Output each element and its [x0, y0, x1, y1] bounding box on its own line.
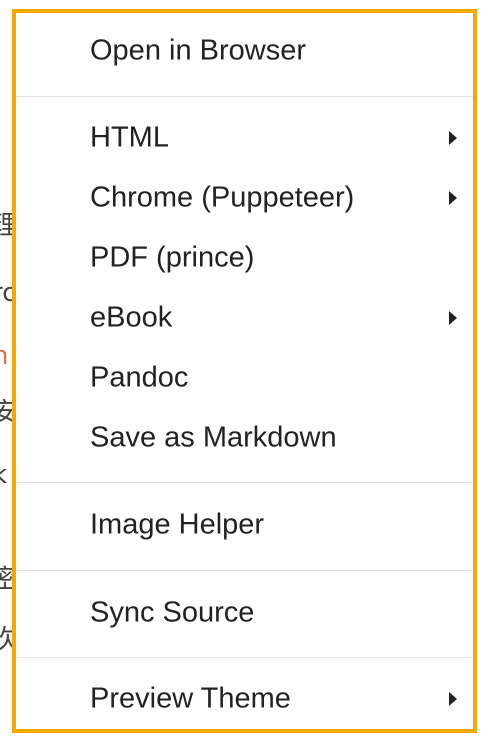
menu-separator: [16, 482, 473, 483]
menu-item-pdf-prince[interactable]: PDF (prince): [16, 228, 473, 288]
background-text: n: [0, 341, 9, 371]
menu-item-label: HTML: [90, 121, 169, 154]
menu-item-label: eBook: [90, 301, 173, 334]
menu-separator: [16, 96, 473, 97]
menu-item-label: Save as Markdown: [90, 421, 337, 454]
menu-item-label: PDF (prince): [90, 241, 255, 274]
menu-item-html[interactable]: HTML: [16, 108, 473, 168]
chevron-right-icon: [449, 131, 457, 145]
menu-item-sync-source[interactable]: Sync Source: [16, 583, 473, 643]
menu-item-label: Open in Browser: [90, 34, 306, 67]
menu-separator: [16, 657, 473, 658]
menu-item-label: Pandoc: [90, 361, 189, 394]
menu-item-label: Preview Theme: [90, 682, 291, 715]
menu-item-label: Image Helper: [90, 508, 265, 541]
menu-item-chrome-puppeteer[interactable]: Chrome (Puppeteer): [16, 168, 473, 228]
chevron-right-icon: [449, 191, 457, 205]
menu-item-save-as-markdown[interactable]: Save as Markdown: [16, 408, 473, 468]
chevron-right-icon: [449, 311, 457, 325]
menu-separator: [16, 570, 473, 571]
context-menu: Open in Browser HTML Chrome (Puppeteer) …: [12, 9, 477, 733]
menu-item-ebook[interactable]: eBook: [16, 288, 473, 348]
menu-item-image-helper[interactable]: Image Helper: [16, 495, 473, 555]
menu-item-open-in-browser[interactable]: Open in Browser: [16, 21, 473, 81]
menu-item-pandoc[interactable]: Pandoc: [16, 348, 473, 408]
chevron-right-icon: [449, 692, 457, 706]
menu-item-label: Chrome (Puppeteer): [90, 181, 355, 214]
menu-item-preview-theme[interactable]: Preview Theme: [16, 669, 473, 729]
screen: 理 rc n 安 k 密 次 Open in Browser HTML Chro…: [0, 0, 482, 739]
background-text: k: [0, 462, 7, 488]
context-menu-list: Open in Browser HTML Chrome (Puppeteer) …: [16, 13, 473, 729]
menu-item-label: Sync Source: [90, 596, 255, 629]
